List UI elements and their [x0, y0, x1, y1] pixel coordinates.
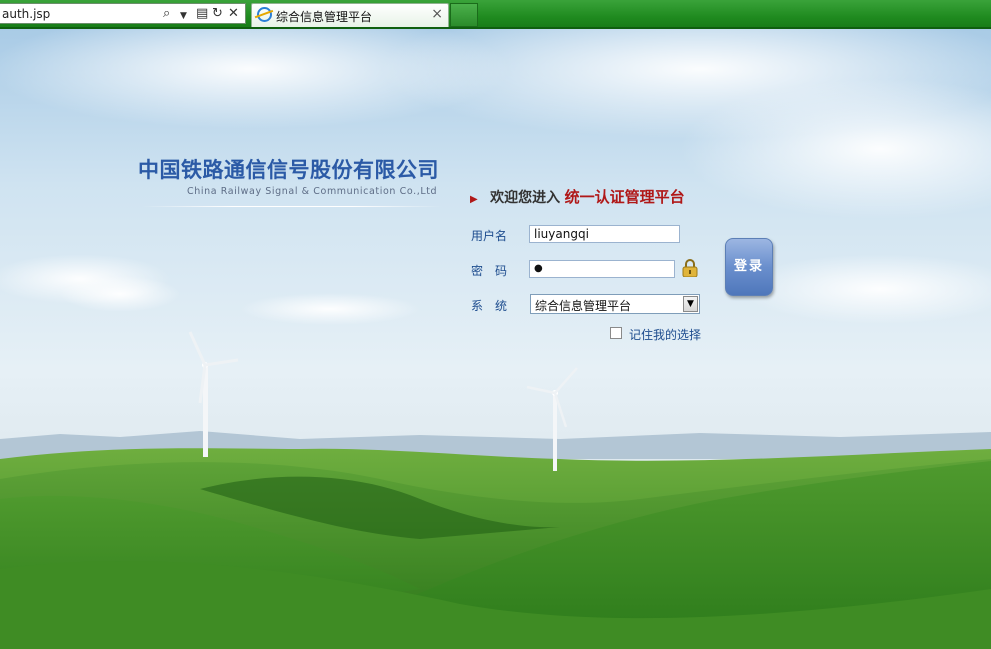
- refresh-icon[interactable]: ↻: [212, 6, 223, 22]
- address-text: auth.jsp: [2, 7, 51, 21]
- login-button[interactable]: 登录: [725, 238, 773, 296]
- welcome-heading: ▶ 欢迎您进入 统一认证管理平台: [470, 186, 685, 207]
- chevron-down-icon[interactable]: ▼: [683, 296, 698, 312]
- browser-chrome: auth.jsp ⌕ ▼ ▤ ↻ ✕ 综合信息管理平台 ×: [0, 0, 991, 29]
- dropdown-arrow-icon[interactable]: ▼: [180, 8, 187, 24]
- address-bar[interactable]: auth.jsp ⌕ ▼ ▤ ↻ ✕: [0, 3, 246, 24]
- username-label: 用户名: [471, 229, 508, 243]
- platform-name: 统一认证管理平台: [564, 188, 685, 206]
- system-label: 系 统: [471, 299, 508, 313]
- remember-checkbox[interactable]: [610, 327, 622, 339]
- system-selected-value: 综合信息管理平台: [535, 299, 632, 313]
- company-name-en: China Railway Signal & Communication Co.…: [187, 186, 438, 197]
- search-icon[interactable]: ⌕: [163, 6, 170, 22]
- logo-divider: [142, 206, 442, 207]
- password-input[interactable]: ●: [529, 260, 675, 278]
- lock-icon: [682, 259, 698, 277]
- password-label: 密 码: [471, 264, 508, 278]
- background-scenery: [0, 29, 991, 649]
- company-name-cn: 中国铁路通信信号股份有限公司: [138, 158, 439, 182]
- new-tab-button[interactable]: [450, 3, 478, 27]
- remember-label[interactable]: 记住我的选择: [629, 326, 701, 343]
- tab-title: 综合信息管理平台: [276, 10, 373, 24]
- browser-tab[interactable]: 综合信息管理平台 ×: [251, 3, 449, 27]
- tab-close-icon[interactable]: ×: [431, 6, 443, 22]
- red-arrow-icon: ▶: [470, 194, 478, 205]
- stop-icon[interactable]: ✕: [228, 6, 239, 22]
- landscape-illustration: [0, 29, 991, 649]
- compatibility-view-icon[interactable]: ▤: [196, 6, 208, 22]
- welcome-prefix: 欢迎您进入: [490, 190, 561, 206]
- username-input[interactable]: liuyangqi: [529, 225, 680, 243]
- system-select[interactable]: 综合信息管理平台 ▼: [530, 294, 700, 314]
- ie-icon: [257, 7, 272, 22]
